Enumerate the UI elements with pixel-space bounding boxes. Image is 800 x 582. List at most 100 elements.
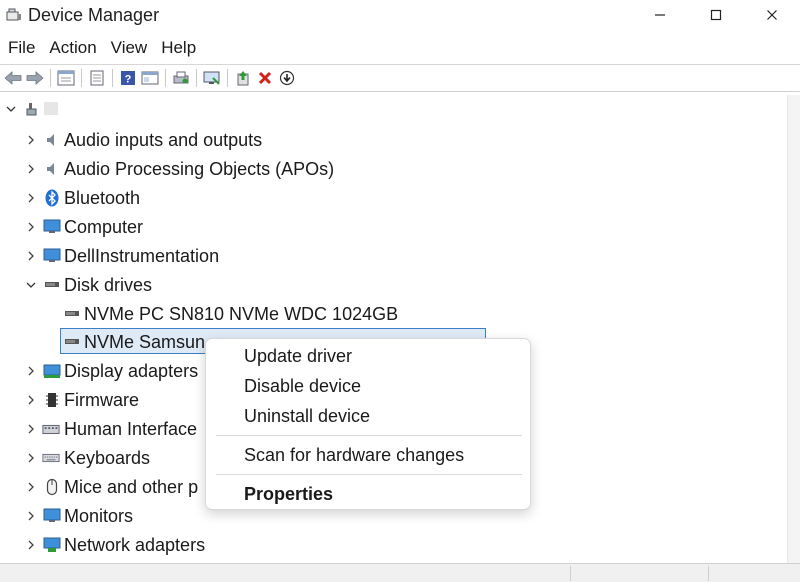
forward-arrow-icon [26, 71, 44, 85]
tree-item-label: Keyboards [64, 447, 151, 468]
speaker-icon [43, 131, 61, 149]
toolbar-separator [50, 69, 51, 87]
maximize-icon [710, 9, 722, 21]
redacted-name [44, 102, 58, 115]
disk-drive-icon [63, 333, 81, 351]
chevron-right-icon[interactable] [25, 365, 37, 377]
status-bar [0, 563, 800, 582]
toolbar-separator [227, 69, 228, 87]
chevron-right-icon[interactable] [25, 221, 37, 233]
menu-item-update-driver[interactable]: Update driver [244, 346, 352, 367]
monitor-icon [43, 247, 61, 265]
menu-item-scan-hardware[interactable]: Scan for hardware changes [244, 445, 464, 466]
tree-item-label: Display adapters [64, 360, 199, 381]
close-button[interactable] [744, 0, 800, 30]
uninstall-button[interactable] [254, 67, 276, 89]
help-button[interactable]: ? [117, 67, 139, 89]
tree-item-label: Bluetooth [64, 187, 141, 208]
menu-file[interactable]: File [0, 34, 42, 62]
back-arrow-icon [4, 71, 22, 85]
toolbar-separator [81, 69, 82, 87]
network-adapter-icon [43, 536, 61, 554]
update-driver-icon [90, 70, 104, 86]
menu-item-uninstall-device[interactable]: Uninstall device [244, 406, 370, 427]
back-button[interactable] [2, 67, 24, 89]
toolbar-separator [112, 69, 113, 87]
monitor-icon [43, 507, 61, 525]
menu-view[interactable]: View [104, 34, 155, 62]
menu-item-disable-device[interactable]: Disable device [244, 376, 361, 397]
toolbar: ? [0, 64, 800, 92]
keyboard-icon [42, 449, 60, 467]
chevron-right-icon[interactable] [25, 423, 37, 435]
tree-item-disk-wdc[interactable]: NVMe PC SN810 NVMe WDC 1024GB [0, 300, 787, 328]
hid-icon [42, 420, 60, 438]
chevron-right-icon[interactable] [25, 163, 37, 175]
tree-item-audio-inputs[interactable]: Audio inputs and outputs [0, 126, 787, 154]
display-adapter-icon [43, 362, 61, 380]
speaker-icon [43, 160, 61, 178]
menu-item-properties[interactable]: Properties [244, 484, 333, 505]
close-icon [767, 10, 777, 20]
chip-icon [43, 391, 61, 409]
disk-drive-icon [43, 276, 61, 294]
mouse-icon [43, 478, 61, 496]
tree-item-label: Firmware [64, 389, 139, 410]
tree-item-bluetooth[interactable]: Bluetooth [0, 184, 787, 212]
tree-item-apos[interactable]: Audio Processing Objects (APOs) [0, 155, 787, 183]
minimize-button[interactable] [632, 0, 688, 30]
tree-item-label: Monitors [64, 505, 134, 526]
window-title: Device Manager [28, 5, 160, 25]
chevron-right-icon[interactable] [25, 192, 37, 204]
chevron-right-icon[interactable] [25, 539, 37, 551]
computer-root-icon [24, 100, 42, 118]
chevron-down-icon[interactable] [5, 103, 17, 115]
view-icon [141, 71, 159, 85]
chevron-right-icon[interactable] [25, 134, 37, 146]
update-driver-button[interactable] [86, 67, 108, 89]
tree-item-computer[interactable]: Computer [0, 213, 787, 241]
toolbar-separator [196, 69, 197, 87]
title-bar: Device Manager [0, 0, 800, 32]
scan-hardware-icon [203, 71, 220, 85]
device-manager-icon [6, 7, 22, 23]
chevron-right-icon[interactable] [25, 510, 37, 522]
chevron-right-icon[interactable] [25, 452, 37, 464]
chevron-right-icon[interactable] [25, 250, 37, 262]
menu-separator [216, 435, 522, 436]
menu-help[interactable]: Help [154, 34, 203, 62]
download-button[interactable] [276, 67, 298, 89]
print-icon [173, 71, 189, 84]
menu-action[interactable]: Action [42, 34, 103, 62]
bluetooth-icon [43, 189, 61, 207]
view-button[interactable] [139, 67, 161, 89]
disk-drive-icon [63, 305, 81, 323]
add-driver-button[interactable] [232, 67, 254, 89]
chevron-right-icon[interactable] [25, 481, 37, 493]
tree-item-dellinstrumentation[interactable]: DellInstrumentation [0, 242, 787, 270]
scan-hardware-button[interactable] [201, 67, 223, 89]
chevron-down-icon[interactable] [25, 279, 37, 291]
vertical-scrollbar[interactable] [787, 95, 800, 563]
tree-root[interactable] [0, 95, 787, 123]
forward-button[interactable] [24, 67, 46, 89]
tree-item-label: NVMe Samsun [84, 331, 206, 352]
print-button[interactable] [170, 67, 192, 89]
tree-item-network-adapters[interactable]: Network adapters [0, 531, 787, 559]
download-icon [279, 70, 295, 86]
tree-item-label: Disk drives [64, 274, 153, 295]
add-driver-icon [237, 71, 249, 86]
tree-item-label: Network adapters [64, 534, 206, 555]
uninstall-icon [258, 71, 272, 85]
status-divider [708, 566, 709, 581]
properties-button[interactable] [55, 67, 77, 89]
help-icon: ? [121, 71, 135, 86]
tree-item-disk-drives[interactable]: Disk drives [0, 271, 787, 299]
menu-separator [216, 474, 522, 475]
maximize-button[interactable] [688, 0, 744, 30]
chevron-right-icon[interactable] [25, 394, 37, 406]
tree-item-label: Audio inputs and outputs [64, 129, 263, 150]
tree-item-label: NVMe PC SN810 NVMe WDC 1024GB [84, 303, 399, 324]
tree-item-label: DellInstrumentation [64, 245, 220, 266]
tree-item-label: Mice and other p [64, 476, 199, 497]
